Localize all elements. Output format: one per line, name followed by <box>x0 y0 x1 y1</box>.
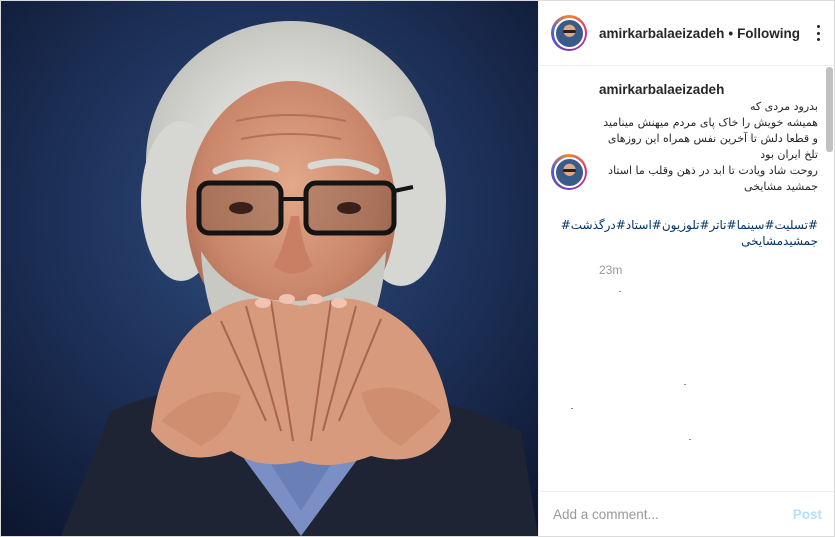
avatar[interactable] <box>553 17 585 49</box>
post-timestamp[interactable]: 23m <box>599 263 818 277</box>
caption-area: amirkarbalaeizadeh بدرود مردی که همیشه خ… <box>539 66 834 491</box>
hashtags-line-2[interactable]: جمشیدمشایخی <box>599 233 818 249</box>
more-options-icon[interactable] <box>817 25 820 41</box>
comment-input[interactable] <box>553 506 793 522</box>
separator-dot: • <box>728 25 734 41</box>
portrait-illustration <box>1 1 538 536</box>
caption-username-link[interactable]: amirkarbalaeizadeh <box>599 82 818 97</box>
author-username-link[interactable]: amirkarbalaeizadeh <box>599 26 724 41</box>
post-header: amirkarbalaeizadeh • Following <box>539 1 834 66</box>
speck <box>619 291 621 292</box>
caption-line-5: روحت شاد ویادت تا ابد در ذهن وقلب ما است… <box>608 164 818 177</box>
post-sidebar: amirkarbalaeizadeh • Following amirkarbala… <box>538 1 834 536</box>
caption-line-4: تلخ ایران بود <box>760 148 818 161</box>
comment-bar: Post <box>539 491 834 536</box>
following-button[interactable]: Following <box>737 26 800 41</box>
caption-line-6: جمشید مشایخی <box>744 180 818 193</box>
post-comment-button[interactable]: Post <box>793 507 822 522</box>
caption-line-3: و قطعا دلش تا آخرین نفس همراه این روزهای <box>607 132 818 145</box>
caption-line-2: همیشه خویش را خاک پای مردم میهنش مینامید <box>603 116 818 129</box>
author-avatar-ring[interactable] <box>551 15 587 51</box>
speck <box>689 439 691 440</box>
hashtags-line-1[interactable]: #تسلیت#سینما#تاتر#تلوزیون#استاد#درگذشت# <box>561 217 818 233</box>
caption-avatar[interactable] <box>553 156 585 188</box>
speck <box>684 384 686 385</box>
speck <box>571 408 573 409</box>
header-user-line: amirkarbalaeizadeh • Following <box>599 26 800 41</box>
post-photo[interactable] <box>1 1 538 536</box>
caption-avatar-ring[interactable] <box>551 154 587 190</box>
caption-line-1: بدرود مردی که <box>750 100 818 113</box>
caption-comment: amirkarbalaeizadeh بدرود مردی که همیشه خ… <box>551 82 818 277</box>
instagram-post-modal: amirkarbalaeizadeh • Following amirkarbala… <box>0 0 835 537</box>
